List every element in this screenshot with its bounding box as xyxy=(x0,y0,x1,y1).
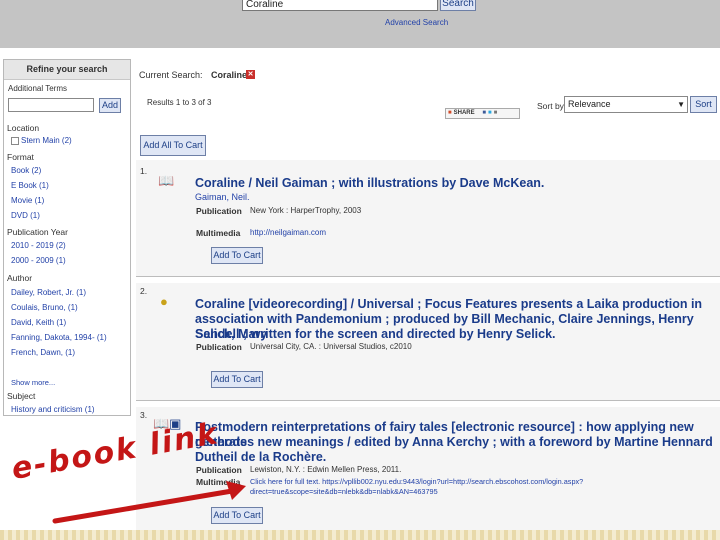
bottom-decorative-strip xyxy=(0,530,720,540)
annotation-arrow xyxy=(52,481,246,524)
arrow-shaft xyxy=(52,487,241,524)
arrow-head xyxy=(226,481,246,500)
